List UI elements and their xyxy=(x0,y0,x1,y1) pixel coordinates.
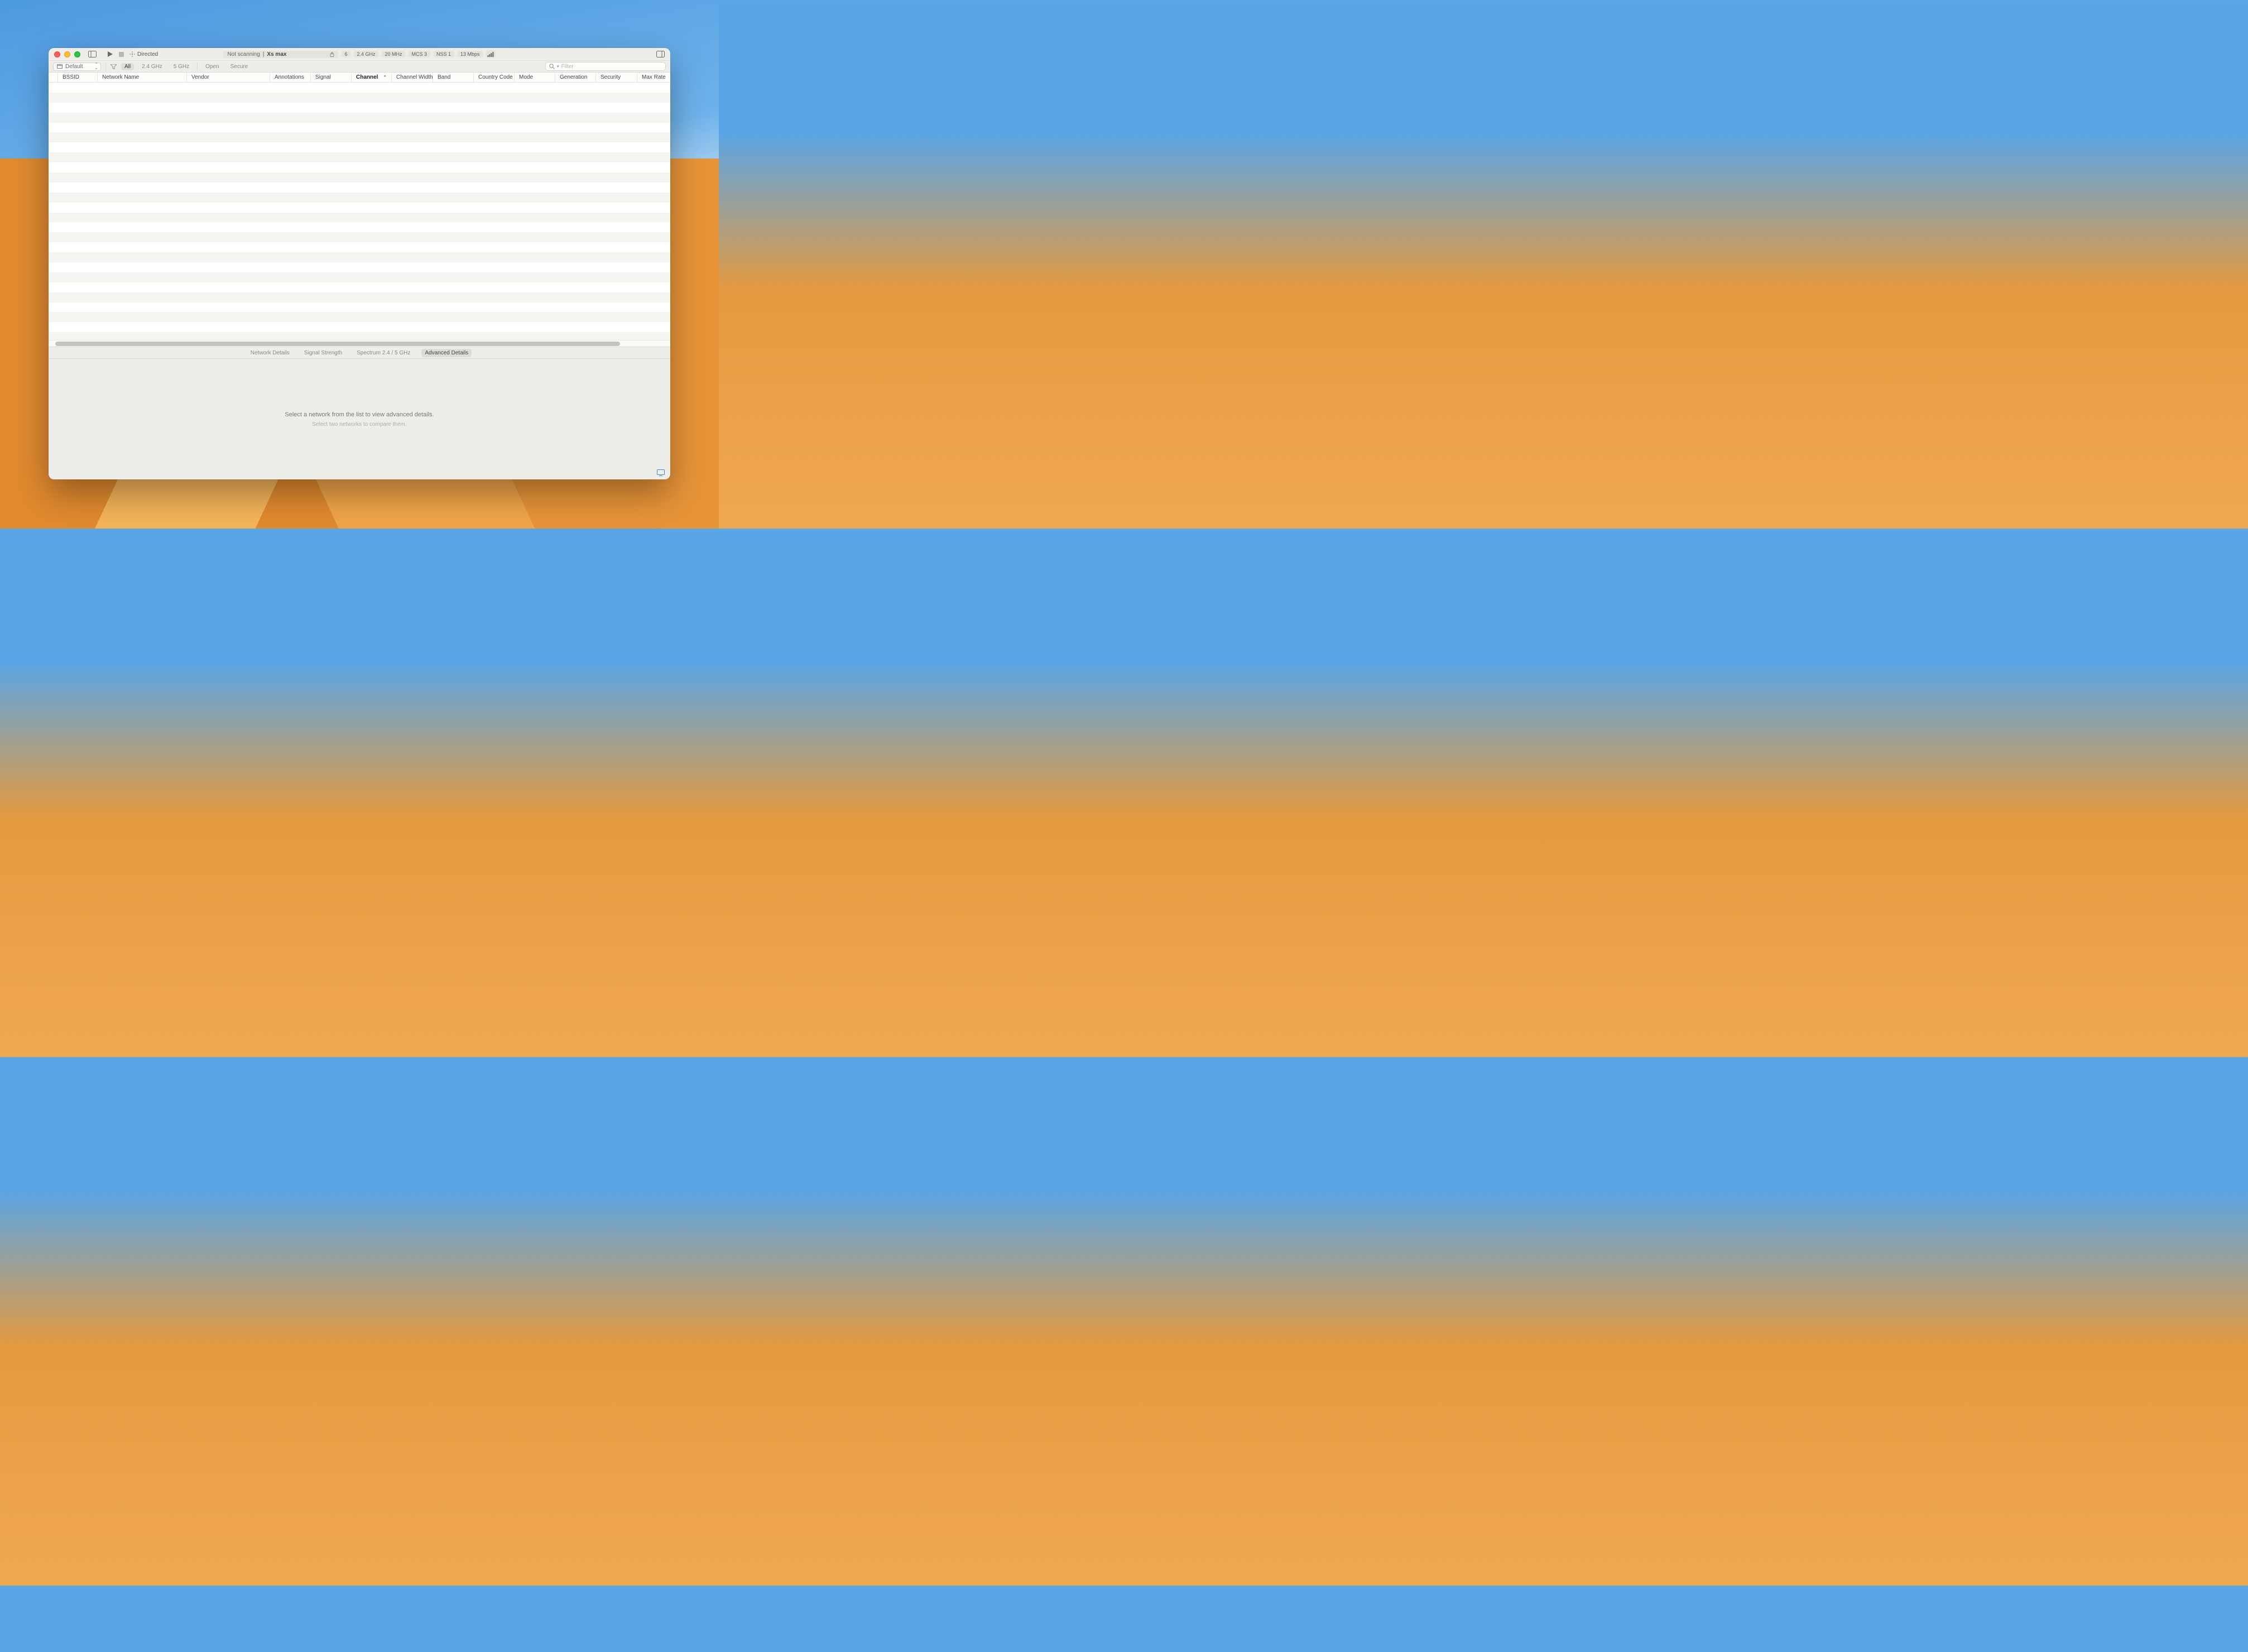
table-row xyxy=(49,252,670,262)
table-row xyxy=(49,93,670,103)
lock-icon xyxy=(330,52,334,57)
table-row xyxy=(49,103,670,113)
column-header-channel-width[interactable]: Channel Width xyxy=(392,73,433,82)
scrollbar-thumb[interactable] xyxy=(55,342,620,346)
scan-status-pill[interactable]: Not scanning | Xs max xyxy=(223,51,338,58)
band-segment-all[interactable]: All xyxy=(121,63,134,70)
preset-dropdown[interactable]: Default ⌃⌄ xyxy=(53,63,101,71)
security-segment-secure[interactable]: Secure xyxy=(227,63,252,70)
titlebar: Directed Not scanning | Xs max 6 2.4 GHz… xyxy=(49,48,670,61)
spectrum-icon-button[interactable] xyxy=(486,50,496,58)
minimize-button[interactable] xyxy=(64,51,70,57)
close-button[interactable] xyxy=(54,51,60,57)
band-segment-5ghz[interactable]: 5 GHz xyxy=(170,63,193,70)
tab-network-details[interactable]: Network Details xyxy=(247,349,293,357)
table-row xyxy=(49,183,670,193)
table-body xyxy=(49,83,670,340)
column-header-spacer xyxy=(49,73,58,82)
sort-ascending-icon: ⌃ xyxy=(383,75,387,80)
filter-input[interactable] xyxy=(561,64,662,70)
detail-empty-secondary: Select two networks to compare them. xyxy=(312,421,407,428)
column-header-channel[interactable]: Channel⌃ xyxy=(352,73,392,82)
band-segment-24ghz[interactable]: 2.4 GHz xyxy=(138,63,166,70)
start-scan-button[interactable] xyxy=(108,50,113,59)
table-row xyxy=(49,162,670,172)
device-name: Xs max xyxy=(267,51,286,57)
table-row xyxy=(49,302,670,313)
badge-width: 20 MHz xyxy=(381,51,405,57)
column-header-network-name[interactable]: Network Name xyxy=(98,73,187,82)
scan-status-text: Not scanning xyxy=(227,51,260,57)
toggle-right-sidebar-button[interactable] xyxy=(656,50,665,59)
table-row xyxy=(49,332,670,340)
filter-icon[interactable] xyxy=(111,64,117,69)
table-row xyxy=(49,292,670,302)
column-header-generation[interactable]: Generation xyxy=(555,73,596,82)
filter-search-field[interactable]: ▾ xyxy=(545,62,666,71)
column-header-bssid[interactable]: BSSID xyxy=(58,73,98,82)
tab-spectrum[interactable]: Spectrum 2.4 / 5 GHz xyxy=(353,349,414,357)
table-row xyxy=(49,242,670,252)
table-row xyxy=(49,282,670,292)
table-row xyxy=(49,272,670,282)
stop-scan-button[interactable] xyxy=(119,50,124,59)
column-header-annotations[interactable]: Annotations xyxy=(270,73,311,82)
table-row xyxy=(49,322,670,332)
tab-advanced-details[interactable]: Advanced Details xyxy=(421,349,472,357)
table-row xyxy=(49,213,670,223)
table-row xyxy=(49,232,670,242)
column-header-country-code[interactable]: Country Code xyxy=(474,73,515,82)
column-header-signal[interactable]: Signal xyxy=(311,73,352,82)
table-row xyxy=(49,262,670,272)
badge-rate: 13 Mbps xyxy=(457,51,483,57)
directed-scan-button[interactable]: Directed xyxy=(129,51,158,57)
column-header-mode[interactable]: Mode xyxy=(515,73,555,82)
target-icon xyxy=(129,51,135,57)
traffic-lights xyxy=(54,51,80,57)
table-row xyxy=(49,203,670,213)
badge-channel: 6 xyxy=(341,51,350,57)
table-row xyxy=(49,132,670,142)
filter-bar: Default ⌃⌄ All 2.4 GHz 5 GHz Open Secure… xyxy=(49,61,670,73)
column-header-max-rate[interactable]: Max Rate xyxy=(637,73,670,82)
table-row xyxy=(49,222,670,232)
chevron-updown-icon: ⌃⌄ xyxy=(94,63,98,70)
app-window: Directed Not scanning | Xs max 6 2.4 GHz… xyxy=(49,48,670,479)
column-header-security[interactable]: Security xyxy=(596,73,637,82)
divider xyxy=(105,63,106,70)
column-header-vendor[interactable]: Vendor xyxy=(187,73,270,82)
badge-band: 2.4 GHz xyxy=(353,51,378,57)
table-row xyxy=(49,312,670,322)
badge-nss: NSS 1 xyxy=(433,51,454,57)
table-row xyxy=(49,123,670,133)
badge-mcs: MCS 3 xyxy=(409,51,431,57)
chevron-down-icon[interactable]: ▾ xyxy=(557,64,559,69)
table-row xyxy=(49,83,670,93)
search-icon xyxy=(549,64,555,69)
tab-signal-strength[interactable]: Signal Strength xyxy=(301,349,345,357)
status-cluster: Not scanning | Xs max 6 2.4 GHz 20 MHz M… xyxy=(223,50,496,58)
detail-empty-primary: Select a network from the list to view a… xyxy=(285,411,434,418)
divider xyxy=(197,63,198,70)
table-header-row: BSSID Network Name Vendor Annotations Si… xyxy=(49,73,670,83)
toggle-left-sidebar-button[interactable] xyxy=(88,50,97,59)
status-separator: | xyxy=(263,51,265,57)
table-row xyxy=(49,172,670,183)
table-row xyxy=(49,113,670,123)
table-row xyxy=(49,142,670,152)
network-table: BSSID Network Name Vendor Annotations Si… xyxy=(49,73,670,347)
detail-tabs: Network Details Signal Strength Spectrum… xyxy=(49,347,670,359)
window-icon xyxy=(57,64,63,69)
column-header-band[interactable]: Band xyxy=(433,73,474,82)
horizontal-scrollbar[interactable] xyxy=(49,340,670,347)
security-segment-open[interactable]: Open xyxy=(202,63,222,70)
table-row xyxy=(49,152,670,162)
monitor-icon[interactable] xyxy=(657,469,665,476)
table-row xyxy=(49,193,670,203)
directed-label: Directed xyxy=(137,51,158,57)
detail-pane: Select a network from the list to view a… xyxy=(49,359,670,479)
maximize-button[interactable] xyxy=(74,51,80,57)
preset-label: Default xyxy=(65,64,83,70)
